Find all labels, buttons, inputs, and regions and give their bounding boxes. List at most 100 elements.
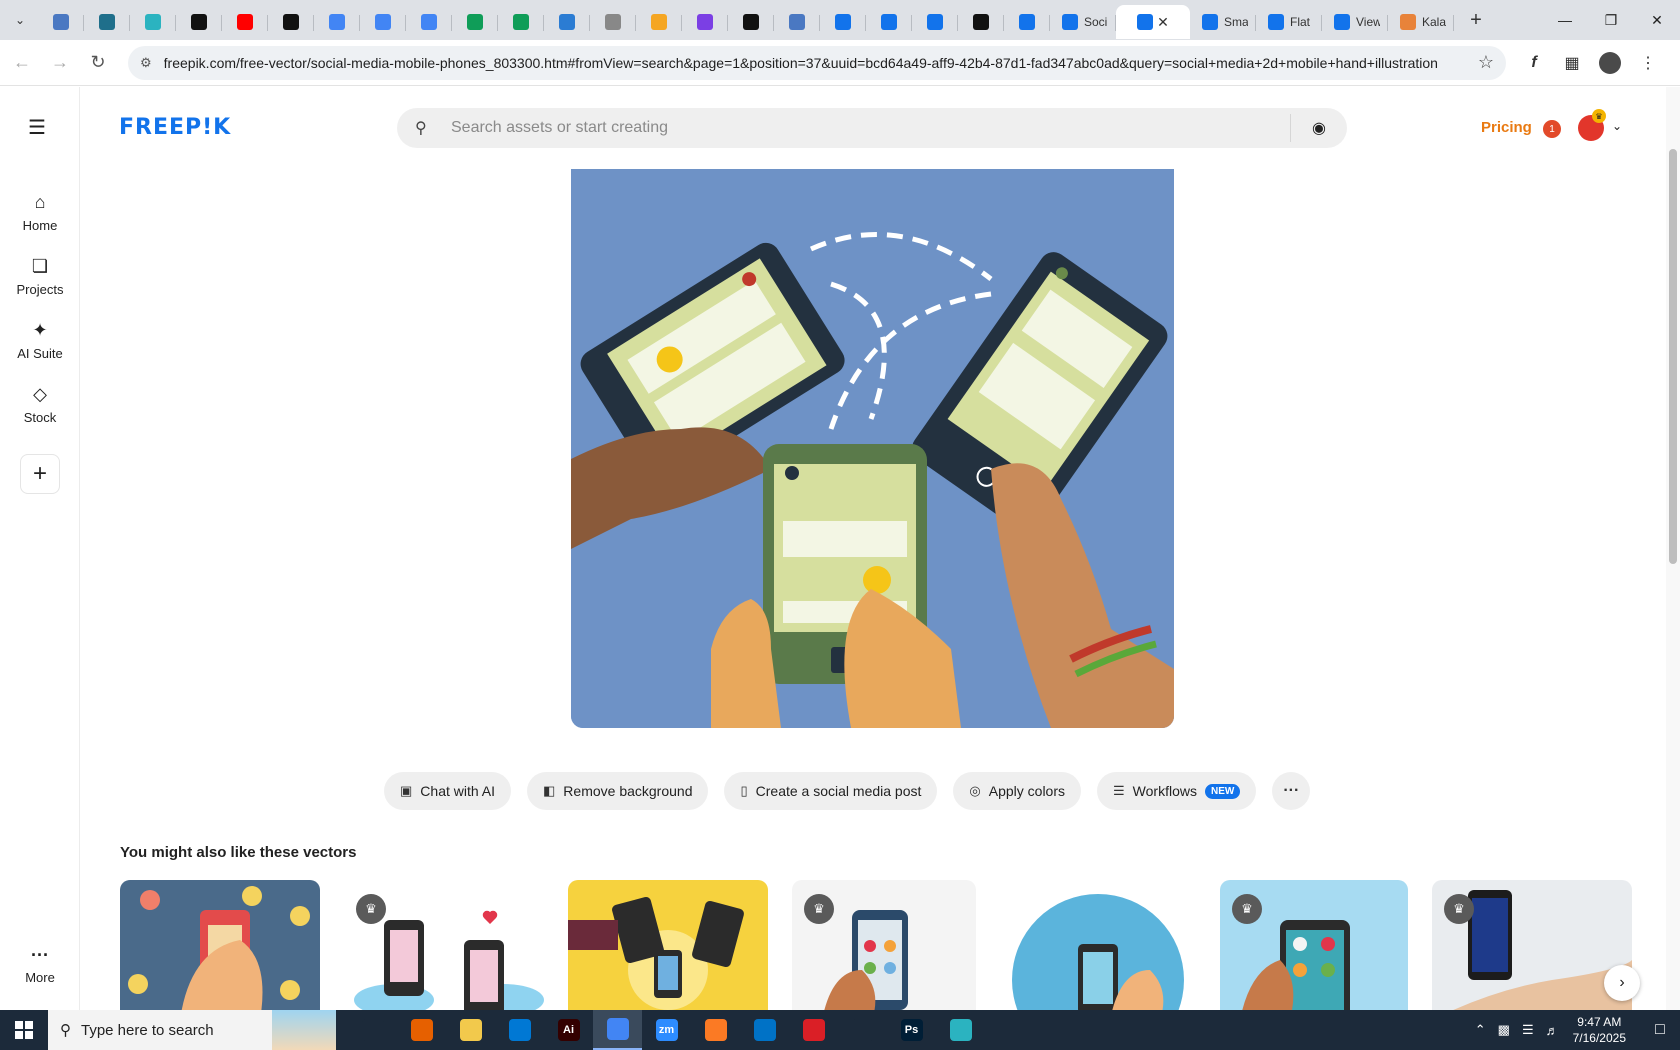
related-thumbnail[interactable]: ♛ — [1220, 880, 1408, 1010]
browser-tab[interactable]: View — [1322, 5, 1388, 39]
browser-tab[interactable] — [774, 5, 820, 39]
taskbar-app[interactable]: Ps — [887, 1010, 936, 1050]
sidebar-item-projects[interactable]: ❏ Projects — [0, 256, 80, 297]
browser-tab[interactable] — [498, 5, 544, 39]
taskbar-app[interactable]: zm — [642, 1010, 691, 1050]
search-bar[interactable]: ⚲ Search assets or start creating ◉ — [397, 108, 1347, 148]
browser-tab[interactable] — [176, 5, 222, 39]
notification-badge[interactable]: 1 — [1543, 120, 1561, 138]
taskbar-search-text[interactable]: Type here to search — [81, 1022, 214, 1039]
camera-search-icon[interactable]: ◉ — [1291, 118, 1347, 138]
freepik-logo[interactable]: FREEP!K — [119, 115, 231, 140]
browser-tab[interactable] — [682, 5, 728, 39]
network-status-icon[interactable]: ▩ — [1498, 1022, 1510, 1038]
taskbar-app[interactable] — [691, 1010, 740, 1050]
bookmark-star-icon[interactable]: ☆ — [1478, 52, 1494, 73]
browser-tab[interactable] — [222, 5, 268, 39]
browser-tab[interactable] — [636, 5, 682, 39]
browser-tab[interactable] — [728, 5, 774, 39]
chat-with-ai-button[interactable]: ▣ Chat with AI — [384, 772, 511, 810]
notification-center-icon[interactable]: □ — [1640, 1021, 1680, 1039]
page-scrollbar[interactable] — [1666, 87, 1680, 1010]
taskbar-app[interactable] — [936, 1010, 985, 1050]
taskbar-app[interactable] — [446, 1010, 495, 1050]
browser-tab[interactable] — [958, 5, 1004, 39]
extensions-puzzle-icon[interactable]: ▦ — [1558, 49, 1586, 77]
browser-tab[interactable] — [1004, 5, 1050, 39]
browser-tab[interactable] — [84, 5, 130, 39]
browser-tab[interactable]: ✕ — [1116, 5, 1190, 39]
wifi-icon[interactable]: ☰ — [1522, 1022, 1534, 1038]
taskbar-app[interactable] — [397, 1010, 446, 1050]
browser-tab[interactable]: Sma — [1190, 5, 1256, 39]
chevron-up-icon[interactable]: ⌃ — [1475, 1022, 1486, 1038]
close-window-icon[interactable]: ✕ — [1634, 0, 1680, 40]
related-thumbnail[interactable] — [568, 880, 768, 1010]
sidebar-item-home[interactable]: ⌂ Home — [0, 192, 80, 233]
taskbar-clock[interactable]: 9:47 AM 7/16/2025 — [1573, 1014, 1626, 1046]
new-tab-plus-icon[interactable]: + — [1462, 6, 1490, 34]
browser-tab[interactable] — [912, 5, 958, 39]
sidebar-item-stock[interactable]: ◇ Stock — [0, 384, 80, 425]
taskbar-app[interactable] — [495, 1010, 544, 1050]
taskbar-app[interactable]: Ai — [544, 1010, 593, 1050]
back-arrow-icon[interactable]: ← — [6, 47, 38, 79]
taskbar-app[interactable] — [789, 1010, 838, 1050]
browser-tab[interactable] — [360, 5, 406, 39]
windows-start-icon[interactable] — [0, 1010, 48, 1050]
pricing-link[interactable]: Pricing — [1481, 119, 1532, 136]
firefox-icon — [410, 1019, 433, 1041]
carousel-next-arrow-icon[interactable]: › — [1604, 965, 1640, 1001]
browser-tab[interactable] — [38, 5, 84, 39]
address-bar[interactable]: ⚙ freepik.com/free-vector/social-media-m… — [128, 45, 1506, 80]
browser-tab[interactable]: Flat — [1256, 5, 1322, 39]
browser-tab[interactable] — [314, 5, 360, 39]
taskbar-app[interactable] — [593, 1010, 642, 1050]
browser-tab[interactable] — [452, 5, 498, 39]
more-actions-button[interactable]: ··· — [1272, 772, 1311, 810]
browser-tab[interactable] — [544, 5, 590, 39]
browser-menu-icon[interactable]: ⋮ — [1634, 49, 1662, 77]
sidebar-item-more[interactable]: ··· More — [0, 945, 80, 985]
chevron-down-icon[interactable]: ⌄ — [1612, 119, 1622, 133]
profile-avatar-icon[interactable] — [1596, 49, 1624, 77]
related-thumbnail[interactable]: ♛ — [792, 880, 976, 1010]
tab-search-chevron-icon[interactable]: ⌄ — [8, 8, 32, 32]
browser-tab[interactable] — [130, 5, 176, 39]
restore-icon[interactable]: ❐ — [1588, 0, 1634, 40]
add-plus-button[interactable]: + — [20, 454, 60, 494]
reload-icon[interactable]: ↻ — [82, 47, 114, 79]
minimize-icon[interactable]: — — [1542, 0, 1588, 40]
browser-tab[interactable] — [820, 5, 866, 39]
tab-close-icon[interactable]: ✕ — [1157, 14, 1169, 31]
search-input[interactable]: Search assets or start creating — [451, 119, 1290, 137]
sidebar-item-ai-suite[interactable]: ✦ AI Suite — [0, 320, 80, 361]
browser-tab[interactable] — [406, 5, 452, 39]
related-thumbnail[interactable]: ♛ — [1432, 880, 1632, 1010]
browser-tab[interactable] — [268, 5, 314, 39]
related-thumbnail[interactable] — [120, 880, 320, 1010]
volume-icon[interactable]: ♬ — [1546, 1023, 1559, 1038]
scrollbar-thumb[interactable] — [1669, 149, 1677, 564]
taskbar-app[interactable] — [740, 1010, 789, 1050]
vector-preview-image[interactable] — [571, 169, 1174, 728]
m-icon — [973, 14, 989, 30]
apply-colors-button[interactable]: ◎ Apply colors — [953, 772, 1082, 810]
related-thumbnail[interactable] — [1000, 880, 1196, 1010]
related-thumbnail[interactable]: ♛ — [344, 880, 544, 1010]
workflows-button[interactable]: ☰ Workflows NEW — [1097, 772, 1257, 810]
browser-tab[interactable]: Soci — [1050, 5, 1116, 39]
hamburger-menu-icon[interactable]: ☰ — [28, 115, 52, 140]
browser-tab[interactable]: Kala — [1388, 5, 1454, 39]
font-extension-icon[interactable]: f — [1520, 49, 1548, 77]
taskbar-app[interactable] — [838, 1010, 887, 1050]
remove-background-button[interactable]: ◧ Remove background — [527, 772, 709, 810]
url-text[interactable]: freepik.com/free-vector/social-media-mob… — [164, 55, 1468, 71]
taskbar-search-box[interactable]: ⚲ Type here to search — [48, 1010, 336, 1050]
create-social-post-button[interactable]: ▯ Create a social media post — [724, 772, 938, 810]
forward-arrow-icon[interactable]: → — [44, 47, 76, 79]
taskbar-app[interactable] — [348, 1010, 397, 1050]
site-info-icon[interactable]: ⚙ — [140, 55, 152, 71]
browser-tab[interactable] — [866, 5, 912, 39]
browser-tab[interactable] — [590, 5, 636, 39]
